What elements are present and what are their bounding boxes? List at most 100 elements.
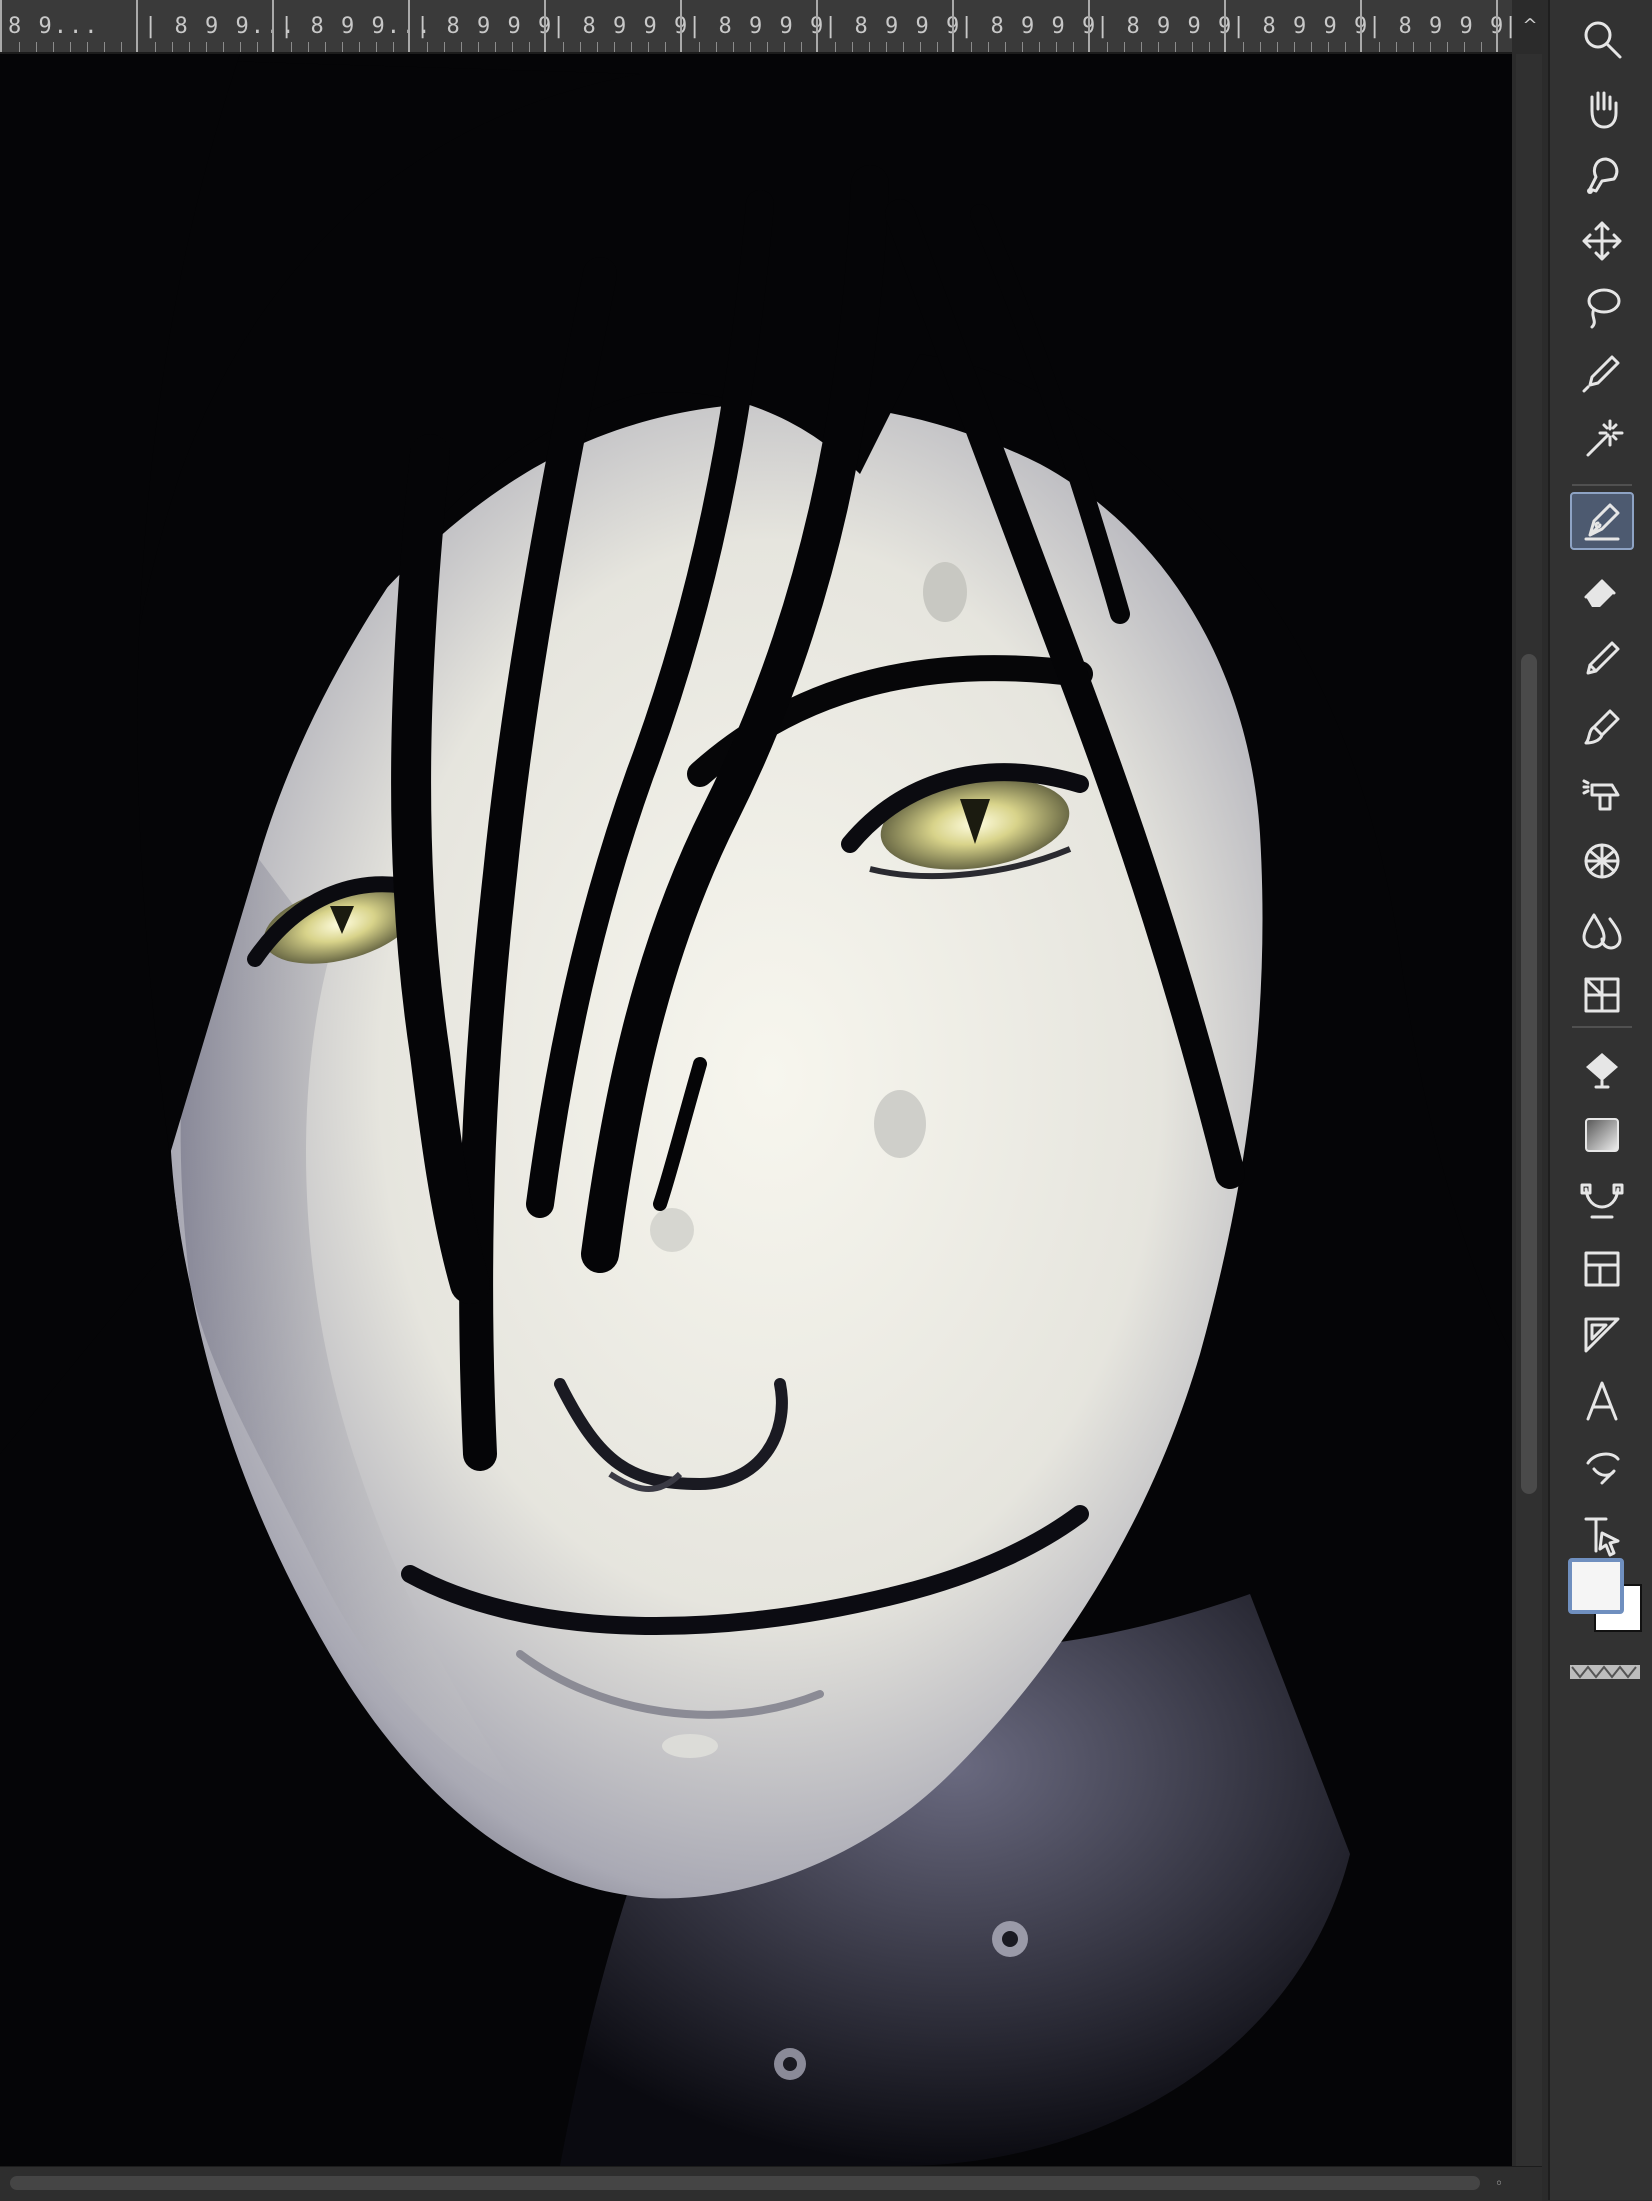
ruler-minor-tick [359,42,360,52]
bucket-icon [1586,1053,1618,1089]
ruler-minor-tick [1396,42,1397,52]
correct-line-tool[interactable] [1570,1172,1634,1230]
ruler-minor-tick [852,42,853,52]
horizontal-scrollbar[interactable]: ◦ [0,2166,1542,2201]
hand-tool[interactable] [1570,80,1634,138]
ruler-label: | 8 9 9 9 [1368,14,1506,39]
ruler-label: | 8 9 9 9 [688,14,826,39]
ruler-minor-tick [478,42,479,52]
scroll-navigator-button[interactable]: ◦ [1490,2175,1508,2193]
drawing-canvas[interactable] [0,54,1512,2166]
move-layer-tool[interactable] [1570,212,1634,270]
ruler-minor-tick [189,42,190,52]
ruler-minor-tick [1022,42,1023,52]
operation-tool[interactable] [1570,146,1634,204]
magnifier-icon [1584,21,1622,59]
ruler-minor-tick [784,42,785,52]
decoration-tool[interactable] [1570,832,1634,890]
ruler-segment: | 8 9 9 9 [1088,0,1231,52]
balloon-tool[interactable] [1570,1438,1634,1496]
ruler-minor-tick [1056,42,1057,52]
triangle-ruler-icon [1584,1317,1620,1353]
color-swatches [1564,1554,1644,1638]
ruler-segment: | 8 9 9 9 [680,0,823,52]
horizontal-scrollbar-thumb[interactable] [10,2176,1480,2190]
ruler-segment: | 8 9 9 9 [952,0,1095,52]
eyedropper-icon [1582,355,1620,393]
ruler-minor-tick [1311,42,1312,52]
ruler-segment: | 8 9 9 9 [816,0,959,52]
hand-icon [1590,91,1618,129]
ruler-minor-tick [1294,42,1295,52]
ruler-minor-tick [1158,42,1159,52]
airbrush-tool[interactable] [1570,766,1634,824]
ruler-minor-tick [648,42,649,52]
fill-tool[interactable] [1570,1040,1634,1098]
brush-icon [1584,709,1620,745]
brush-tool[interactable] [1570,698,1634,756]
tool-separator [1572,484,1632,486]
ruler-minor-tick [614,42,615,52]
ruler-minor-tick [869,42,870,52]
ruler-tool[interactable] [1570,1306,1634,1364]
ruler-minor-tick [1243,42,1244,52]
ruler-minor-tick [1481,42,1482,52]
ruler-ticks: 8 9... | 8 9 9... | 8 9 9... | 8 9 9 9 | 8 9… [0,0,1512,52]
ruler-minor-tick [767,42,768,52]
ruler-minor-tick [342,42,343,52]
ruler-minor-tick [70,42,71,52]
frame-border-icon [1584,1251,1620,1287]
ruler-label: | 8 P [1504,14,1512,39]
auto-select-tool[interactable] [1570,410,1634,468]
pen-tool[interactable] [1570,492,1634,550]
vertical-scrollbar[interactable] [1516,54,1542,2166]
ruler-label: | 8 9 9 9 [1232,14,1370,39]
ruler-scroll-up-button[interactable]: ^ [1518,14,1542,38]
ruler-label: | 8 9 9 9 [416,14,554,39]
text-tool[interactable] [1570,1372,1634,1430]
ruler-minor-tick [631,42,632,52]
ruler-minor-tick [257,42,258,52]
ruler-minor-tick [716,42,717,52]
tool-separator [1572,1026,1632,1028]
ruler-minor-tick [597,42,598,52]
text-a-icon [1586,1381,1618,1421]
ruler-segment: | 8 9 9... [136,0,294,52]
ruler-minor-tick [988,42,989,52]
ruler-minor-tick [1141,42,1142,52]
decoration-icon [1584,843,1620,879]
frame-ruler-icon [1584,977,1620,1013]
ruler-minor-tick [1447,42,1448,52]
lasso-tool[interactable] [1570,278,1634,336]
ruler-minor-tick [920,42,921,52]
vertical-scrollbar-thumb[interactable] [1521,654,1537,1494]
transparent-color-swatch[interactable] [1564,1662,1646,1682]
ruler-minor-tick [750,42,751,52]
ruler-minor-tick [971,42,972,52]
ruler-minor-tick [937,42,938,52]
eraser-tool[interactable] [1570,562,1634,620]
ruler-minor-tick [1039,42,1040,52]
gradient-tool[interactable] [1570,1106,1634,1164]
frame-border-tool[interactable] [1570,1240,1634,1298]
ruler-minor-tick [1209,42,1210,52]
airbrush-icon [1582,779,1620,811]
gradient-icon [1585,1118,1619,1152]
figure-ruler-tool[interactable] [1570,966,1634,1024]
blend-tool[interactable] [1570,900,1634,958]
ruler-minor-tick [1005,42,1006,52]
zoom-tool[interactable] [1570,10,1634,68]
ruler-segment: 8 9... [0,0,138,52]
magic-wand-icon [1586,419,1624,457]
main-color-swatch[interactable] [1568,1558,1624,1614]
ruler-minor-tick [19,42,20,52]
ruler-minor-tick [835,42,836,52]
pencil-tool[interactable] [1570,630,1634,688]
transparent-pattern-icon [1570,1665,1640,1679]
ruler-minor-tick [886,42,887,52]
horizontal-ruler: 8 9... | 8 9 9... | 8 9 9... | 8 9 9 9 | 8 9… [0,0,1512,54]
ruler-minor-tick [155,42,156,52]
eyedropper-tool[interactable] [1570,344,1634,402]
ruler-minor-tick [1124,42,1125,52]
operation-icon [1587,157,1619,194]
